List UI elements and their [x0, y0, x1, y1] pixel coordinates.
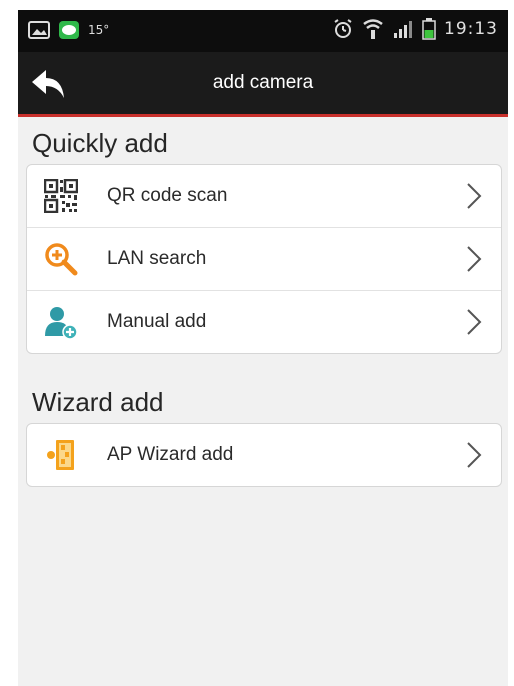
magnifier-plus-icon: [41, 239, 81, 279]
wifi-icon: [363, 19, 383, 39]
quickly-add-card: QR code scan LAN search Manual add: [26, 164, 502, 354]
page-title: add camera: [212, 72, 314, 93]
manual-add-row[interactable]: Manual add: [27, 291, 501, 353]
quickly-add-heading: Quickly add: [32, 128, 168, 158]
qr-code-scan-row[interactable]: QR code scan: [27, 165, 501, 228]
clock-text: 19:13: [444, 19, 498, 39]
chevron-right-icon: [467, 246, 482, 272]
ap-wizard-add-label: AP Wizard add: [107, 444, 234, 465]
ap-wizard-icon: [41, 435, 81, 475]
lan-search-label: LAN search: [107, 248, 207, 269]
battery-icon: [422, 18, 436, 40]
ap-wizard-add-row[interactable]: AP Wizard add: [27, 424, 501, 486]
status-right: 19:13: [332, 18, 498, 40]
qr-code-icon: [41, 176, 81, 216]
wizard-add-heading: Wizard add: [32, 387, 164, 417]
user-add-icon: [41, 302, 81, 342]
chevron-right-icon: [467, 442, 482, 468]
chevron-right-icon: [467, 309, 482, 335]
signal-icon: [394, 21, 412, 38]
manual-add-label: Manual add: [107, 311, 207, 332]
wizard-add-card: AP Wizard add: [26, 423, 502, 487]
chat-app-icon: [59, 21, 79, 39]
alarm-icon: [334, 19, 352, 38]
chevron-right-icon: [467, 183, 482, 209]
action-bar: add camera: [18, 52, 508, 117]
status-bar: 15° 19:13: [18, 10, 508, 52]
status-left: 15°: [28, 20, 109, 40]
gallery-icon: [28, 21, 50, 39]
lan-search-row[interactable]: LAN search: [27, 228, 501, 291]
phone-screen: 15° 19:13 add camera Quickly add QR code…: [18, 10, 508, 686]
qr-code-scan-label: QR code scan: [107, 185, 228, 206]
temperature-text: 15°: [88, 23, 110, 37]
